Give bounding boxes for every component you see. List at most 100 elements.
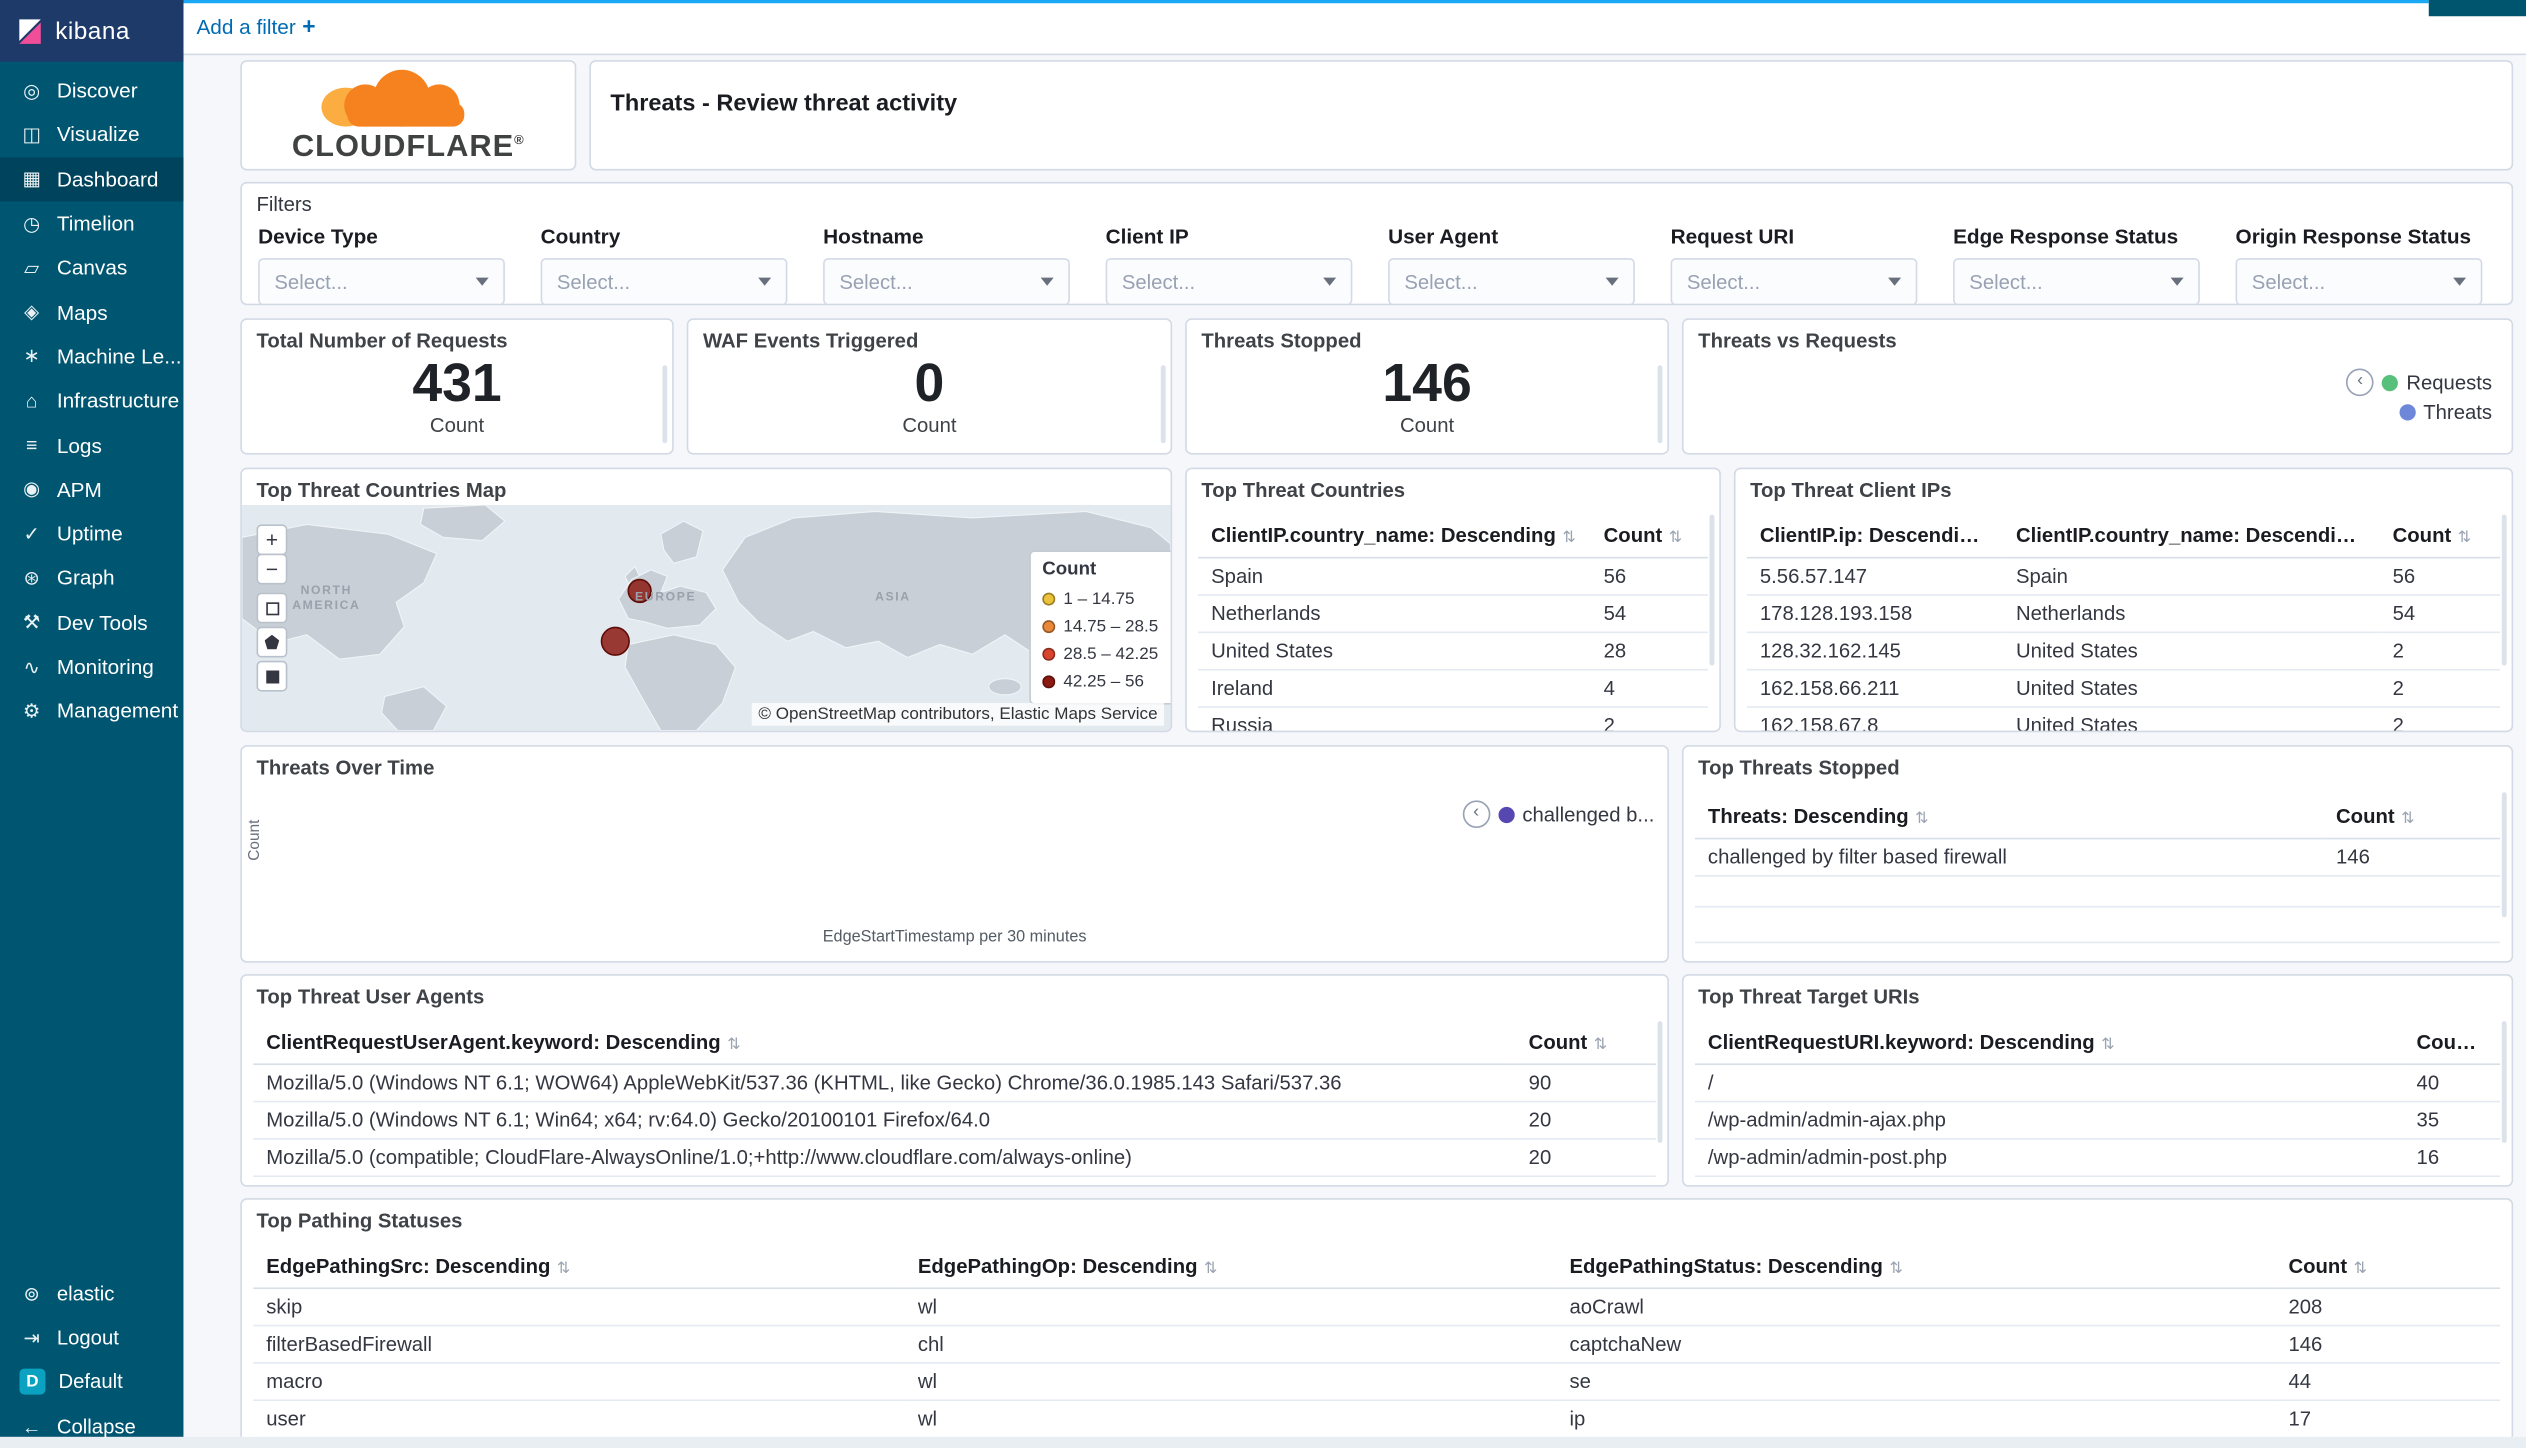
table-cell: United States: [1198, 632, 1591, 671]
table-row: 162.158.67.8 United States 2: [1746, 707, 2501, 731]
table-cell: 5.56.57.147: [1746, 557, 2003, 596]
table-row: /wp-admin/admin-ajax.php 35: [1694, 1101, 2501, 1140]
table-cell: 20: [1515, 1101, 1656, 1140]
select-request-uri[interactable]: Select...: [1670, 258, 1918, 304]
select-origin-response-status[interactable]: Select...: [2235, 258, 2483, 304]
kibana-logo[interactable]: kibana: [0, 0, 184, 62]
panel-scrollbar[interactable]: [2501, 1021, 2507, 1143]
sidebar-item-dashboard[interactable]: ▦ Dashboard: [0, 156, 184, 202]
sidebar-item-maps[interactable]: ◈ Maps: [0, 290, 183, 334]
column-header[interactable]: EdgePathingOp: Descending ⇅: [904, 1245, 1557, 1290]
column-header[interactable]: Count ⇅: [2379, 514, 2501, 559]
select-user-agent[interactable]: Select...: [1388, 258, 1635, 304]
legend-item-requests[interactable]: ‹ Requests: [2346, 368, 2492, 397]
map-point-spain[interactable]: [600, 626, 630, 656]
panel-scrollbar[interactable]: [1657, 365, 1663, 443]
panel-scrollbar[interactable]: [1709, 514, 1715, 667]
sidebar-item-monitoring[interactable]: ∿ Monitoring: [0, 644, 183, 688]
column-header[interactable]: EdgePathingStatus: Descending ⇅: [1556, 1245, 2276, 1290]
sidebar-item-logs[interactable]: ≡ Logs: [0, 423, 183, 467]
select-edge-response-status[interactable]: Select...: [1953, 258, 2200, 304]
header-fragment: [2428, 0, 2526, 17]
map-legend-item: 1 – 14.75: [1042, 584, 1170, 612]
sidebar-item-visualize[interactable]: ◫ Visualize: [0, 113, 183, 157]
legend-dot: [1042, 619, 1056, 633]
zoom-out-button[interactable]: −: [256, 553, 288, 585]
column-header[interactable]: EdgePathingSrc: Descending ⇅: [253, 1245, 905, 1290]
table-cell: filterBasedFirewall: [253, 1325, 905, 1364]
table-row: challenged by filter based firewall 146: [1694, 838, 2501, 877]
fit-bounds-icon: [265, 601, 279, 615]
table-cell: United States: [2002, 707, 2380, 731]
panel-scrollbar[interactable]: [2501, 514, 2507, 667]
sidebar-item-management[interactable]: ⚙ Management: [0, 689, 183, 733]
panel-total-requests: Total Number of Requests 431 Count: [240, 318, 674, 455]
table-cell: Mozilla/5.0 (compatible; CloudFlare-Alwa…: [253, 1138, 1516, 1178]
panel-scrollbar[interactable]: [1160, 365, 1166, 443]
column-header[interactable]: Threats: Descending ⇅: [1694, 795, 2324, 840]
draw-polygon-tool-button[interactable]: [256, 626, 288, 658]
sidebar-item-dev-tools[interactable]: ⚒ Dev Tools: [0, 600, 183, 644]
select-client-ip[interactable]: Select...: [1105, 258, 1353, 304]
table-row: Netherlands 54: [1198, 595, 1708, 634]
sidebar-item-canvas[interactable]: ▱ Canvas: [0, 245, 183, 289]
sidebar-item-elastic-user[interactable]: ⊚ elastic: [0, 1271, 183, 1315]
select-country[interactable]: Select...: [540, 258, 788, 304]
management-icon: ⚙: [22, 699, 41, 723]
column-header[interactable]: Count ⇅: [1590, 514, 1708, 559]
sidebar-item-machine-learning[interactable]: ∗ Machine Le...: [0, 334, 183, 378]
maps-icon: ◈: [24, 300, 40, 324]
add-filter-button[interactable]: Add a filter +: [196, 13, 315, 39]
y-axis-label: Count: [245, 819, 264, 861]
panel-scrollbar[interactable]: [2501, 792, 2507, 917]
map-legend-item: 14.75 – 28.5: [1042, 612, 1170, 640]
panel-top-pathing-statuses: Top Pathing Statuses EdgePathingSrc: Des…: [240, 1198, 2514, 1437]
select-hostname[interactable]: Select...: [823, 258, 1070, 304]
sidebar-item-timelion[interactable]: ◷ Timelion: [0, 201, 183, 245]
cloudflare-wordmark: CLOUDFLARE®: [291, 129, 525, 164]
column-header[interactable]: Count ⇅: [1515, 1021, 1656, 1066]
sidebar-nav: ◎ Discover ◫ Visualize ▦ Dashboard ◷ Timelio…: [0, 68, 184, 733]
legend-item-threats[interactable]: Threats: [2398, 401, 2492, 424]
panel-scrollbar[interactable]: [1657, 1021, 1663, 1143]
column-header[interactable]: ClientRequestUserAgent.keyword: Descendi…: [253, 1021, 1516, 1066]
user-icon: ⊚: [23, 1281, 40, 1305]
threat-user-agents-table: ClientRequestUserAgent.keyword: Descendi…: [244, 1021, 1666, 1186]
column-header[interactable]: Count ⇅: [2323, 795, 2501, 840]
filters-row: Device Type Select... Country Select... …: [258, 224, 2483, 304]
map-attribution[interactable]: © OpenStreetMap contributors, Elastic Ma…: [751, 702, 1165, 726]
select-device-type[interactable]: Select...: [258, 258, 505, 304]
column-header[interactable]: ClientRequestURI.keyword: Descending ⇅: [1694, 1021, 2404, 1066]
column-header[interactable]: ClientIP.country_name: Descending ⇅: [2002, 514, 2380, 559]
draw-rect-tool-button[interactable]: [256, 660, 288, 692]
table-row: Mozilla/5.0 (compatible; MSIE 9.0; Windo…: [253, 1176, 1656, 1186]
column-header[interactable]: ClientIP.country_name: Descending ⇅: [1198, 514, 1591, 559]
legend-toggle-icon[interactable]: ‹: [1462, 800, 1490, 828]
table-row: 128.32.162.145 United States 2: [1746, 632, 2501, 671]
sidebar-item-graph[interactable]: ⊛ Graph: [0, 556, 183, 600]
sidebar-item-uptime[interactable]: ✓ Uptime: [0, 511, 183, 555]
sidebar-item-infrastructure[interactable]: ⌂ Infrastructure: [0, 378, 183, 422]
canvas-icon: ▱: [24, 256, 40, 279]
panel-top-threats-stopped: Top Threats Stopped Threats: Descending ⇅…: [1681, 745, 2514, 963]
sort-icon: ⇅: [1990, 529, 2003, 548]
column-header[interactable]: Count ⇅: [2403, 1021, 2501, 1066]
panel-scrollbar[interactable]: [662, 365, 668, 443]
sidebar-item-default-space[interactable]: D Default: [0, 1360, 183, 1404]
table-cell: 35: [2403, 1101, 2501, 1140]
sidebar-item-logout[interactable]: ⇥ Logout: [0, 1316, 183, 1360]
table-cell: wl: [904, 1400, 1557, 1437]
zoom-in-button[interactable]: +: [256, 524, 288, 556]
legend-item-challenged[interactable]: challenged b...: [1522, 803, 1654, 826]
sort-icon: ⇅: [1915, 810, 1929, 828]
legend-toggle-icon[interactable]: ‹: [2346, 368, 2374, 397]
column-header[interactable]: Count ⇅: [2275, 1245, 2501, 1290]
monitoring-icon: ∿: [23, 655, 40, 678]
sidebar-item-discover[interactable]: ◎ Discover: [0, 68, 183, 112]
threats-vs-requests-donut[interactable]: [1994, 382, 2044, 432]
sidebar-item-collapse[interactable]: ← Collapse: [0, 1404, 183, 1448]
sidebar-item-apm[interactable]: ◉ APM: [0, 467, 183, 511]
fit-bounds-tool-button[interactable]: [256, 592, 288, 624]
column-header[interactable]: ClientIP.ip: Descending ⇅: [1746, 514, 2003, 559]
sort-icon: ⇅: [727, 1035, 741, 1054]
